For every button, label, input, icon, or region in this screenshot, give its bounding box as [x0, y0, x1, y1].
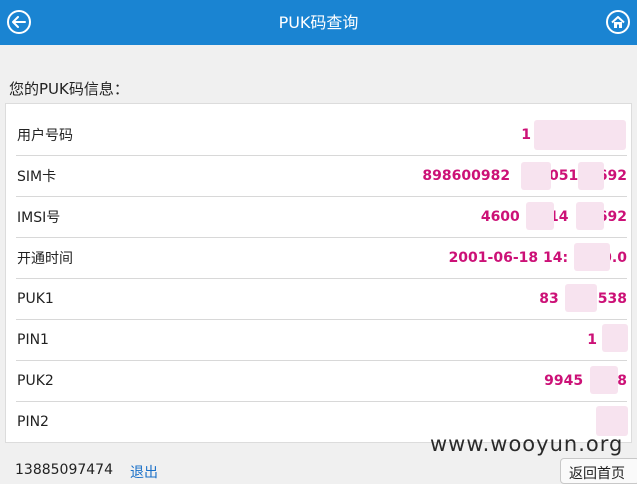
- row-label: PUK1: [17, 290, 54, 307]
- redaction-mask: [574, 243, 610, 271]
- watermark: www.wooyun.org: [430, 432, 624, 456]
- row-label: PUK2: [17, 372, 54, 389]
- redaction-mask: [565, 284, 597, 312]
- redaction-mask: [526, 202, 554, 230]
- row-label: 开通时间: [17, 250, 73, 267]
- row-activation-time: 开通时间 2001-06-18 14: 0.0: [16, 237, 627, 279]
- row-label: PIN1: [17, 331, 49, 348]
- top-bar: PUK码查询: [0, 0, 637, 45]
- redaction-mask: [602, 324, 628, 352]
- section-label: 您的PUK码信息：: [9, 80, 129, 98]
- logout-link[interactable]: 退出: [130, 462, 158, 482]
- row-puk1: PUK1 83 538: [16, 278, 627, 320]
- row-label: SIM卡: [17, 168, 57, 185]
- redaction-mask: [590, 366, 618, 394]
- row-label: PIN2: [17, 413, 49, 430]
- row-value: 1: [587, 331, 597, 348]
- redaction-mask: [534, 120, 626, 150]
- redaction-mask: [576, 202, 604, 230]
- redaction-mask: [578, 162, 604, 190]
- row-puk2: PUK2 9945 8: [16, 360, 627, 402]
- return-home-button[interactable]: 返回首页: [560, 458, 637, 484]
- row-pin1: PIN1 1: [16, 319, 627, 361]
- redaction-mask: [521, 162, 551, 190]
- page-title: PUK码查询: [278, 13, 359, 32]
- row-label: 用户号码: [17, 127, 73, 144]
- row-label: IMSI号: [17, 209, 61, 226]
- footer-phone-number: 13885097474: [15, 462, 113, 478]
- row-value: 1: [521, 126, 531, 143]
- puk-info-card: 用户号码 1 SIM卡 898600982 051 692 IMSI号 4600…: [5, 103, 632, 443]
- home-button[interactable]: [606, 10, 630, 34]
- home-icon: [611, 15, 625, 28]
